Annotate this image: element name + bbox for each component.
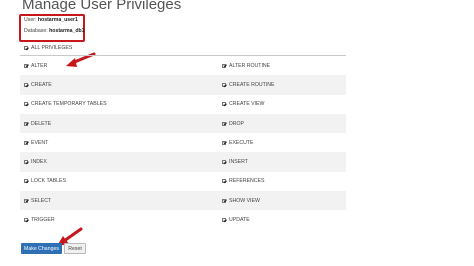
privilege-option[interactable]: UPDATE xyxy=(222,217,346,223)
privilege-option[interactable]: DROP xyxy=(222,121,346,127)
make-changes-button[interactable]: Make Changes xyxy=(21,243,62,254)
reset-button[interactable]: Reset xyxy=(64,243,86,254)
privilege-checkbox[interactable] xyxy=(24,102,28,107)
privilege-option[interactable]: DELETE xyxy=(20,121,222,127)
privilege-label: DELETE xyxy=(31,120,52,127)
privilege-option[interactable]: LOCK TABLES xyxy=(20,178,222,184)
database-value: hostarma_db1 xyxy=(49,28,85,34)
privilege-checkbox[interactable] xyxy=(24,179,28,184)
privilege-checkbox[interactable] xyxy=(222,121,226,126)
privilege-row: ALTER ALTER ROUTINE xyxy=(20,56,346,75)
privilege-label: EVENT xyxy=(31,139,49,146)
privilege-label: CREATE ROUTINE xyxy=(229,81,275,88)
privilege-checkbox[interactable] xyxy=(222,102,226,107)
privilege-checkbox[interactable] xyxy=(222,218,226,223)
privilege-option[interactable]: SHOW VIEW xyxy=(222,198,346,204)
privilege-row: EVENT EXECUTE xyxy=(20,133,346,152)
privilege-checkbox[interactable] xyxy=(24,140,28,145)
user-line: User: hostarma_user1 xyxy=(24,17,78,23)
privilege-option[interactable]: CREATE VIEW xyxy=(222,101,346,107)
user-label: User: xyxy=(24,17,37,23)
privilege-option[interactable]: CREATE xyxy=(20,82,222,88)
privilege-checkbox[interactable] xyxy=(222,198,226,203)
user-value: hostarma_user1 xyxy=(37,17,78,23)
privileges-table: ALL PRIVILEGES ALTER ALTER ROUTINE CREAT… xyxy=(20,41,346,230)
privilege-option[interactable]: EVENT xyxy=(20,140,222,146)
privilege-option[interactable]: TRIGGER xyxy=(20,217,222,223)
privilege-label: TRIGGER xyxy=(31,217,55,224)
database-line: Database: hostarma_db1 xyxy=(24,28,85,34)
all-privileges-checkbox[interactable] xyxy=(24,46,28,50)
privilege-option[interactable]: CREATE ROUTINE xyxy=(222,82,346,88)
privilege-label: DROP xyxy=(229,120,244,127)
privilege-row: SELECT SHOW VIEW xyxy=(20,191,346,211)
privilege-option[interactable]: SELECT xyxy=(20,198,222,204)
privilege-checkbox[interactable] xyxy=(24,198,28,203)
privilege-checkbox[interactable] xyxy=(222,160,226,165)
privilege-label: INSERT xyxy=(229,159,248,166)
privilege-label: SHOW VIEW xyxy=(229,197,260,204)
privilege-checkbox[interactable] xyxy=(222,82,226,87)
privilege-row: CREATE TEMPORARY TABLES CREATE VIEW xyxy=(20,95,346,114)
privilege-label: UPDATE xyxy=(229,217,250,224)
privilege-option[interactable]: INSERT xyxy=(222,159,346,165)
privilege-checkbox[interactable] xyxy=(24,82,28,87)
privilege-option[interactable]: ALTER ROUTINE xyxy=(222,63,346,69)
privilege-checkbox[interactable] xyxy=(222,179,226,184)
privilege-option[interactable]: ALTER xyxy=(20,63,222,69)
privilege-row: DELETE DROP xyxy=(20,113,346,134)
privilege-label: LOCK TABLES xyxy=(31,178,66,185)
privilege-checkbox[interactable] xyxy=(222,140,226,145)
privilege-label: CREATE TEMPORARY TABLES xyxy=(31,101,107,108)
privilege-checkbox[interactable] xyxy=(24,160,28,165)
privilege-checkbox[interactable] xyxy=(222,63,226,68)
privilege-label: CREATE xyxy=(31,81,52,88)
database-label: Database: xyxy=(24,28,48,34)
all-privileges-option[interactable]: ALL PRIVILEGES xyxy=(20,45,222,51)
privilege-option[interactable]: CREATE TEMPORARY TABLES xyxy=(20,101,222,107)
privilege-row: INDEX INSERT xyxy=(20,152,346,172)
privilege-row: LOCK TABLES REFERENCES xyxy=(20,172,346,191)
privilege-option[interactable]: REFERENCES xyxy=(222,178,346,184)
privilege-label: INDEX xyxy=(31,159,47,166)
privilege-row: CREATE CREATE ROUTINE xyxy=(20,75,346,95)
privilege-option[interactable]: EXECUTE xyxy=(222,140,346,146)
privilege-label: EXECUTE xyxy=(229,139,254,146)
privilege-label: REFERENCES xyxy=(229,178,265,185)
privilege-label: CREATE VIEW xyxy=(229,101,265,108)
all-privileges-row: ALL PRIVILEGES xyxy=(20,41,346,56)
privilege-checkbox[interactable] xyxy=(24,218,28,223)
privilege-checkbox[interactable] xyxy=(24,121,28,126)
privilege-label: ALTER ROUTINE xyxy=(229,62,271,69)
privilege-option[interactable]: INDEX xyxy=(20,159,222,165)
privilege-label: ALTER xyxy=(31,62,48,69)
privilege-label: SELECT xyxy=(31,197,52,204)
all-privileges-label: ALL PRIVILEGES xyxy=(31,45,73,51)
page-title: Manage User Privileges xyxy=(22,0,182,13)
privilege-checkbox[interactable] xyxy=(24,63,28,68)
